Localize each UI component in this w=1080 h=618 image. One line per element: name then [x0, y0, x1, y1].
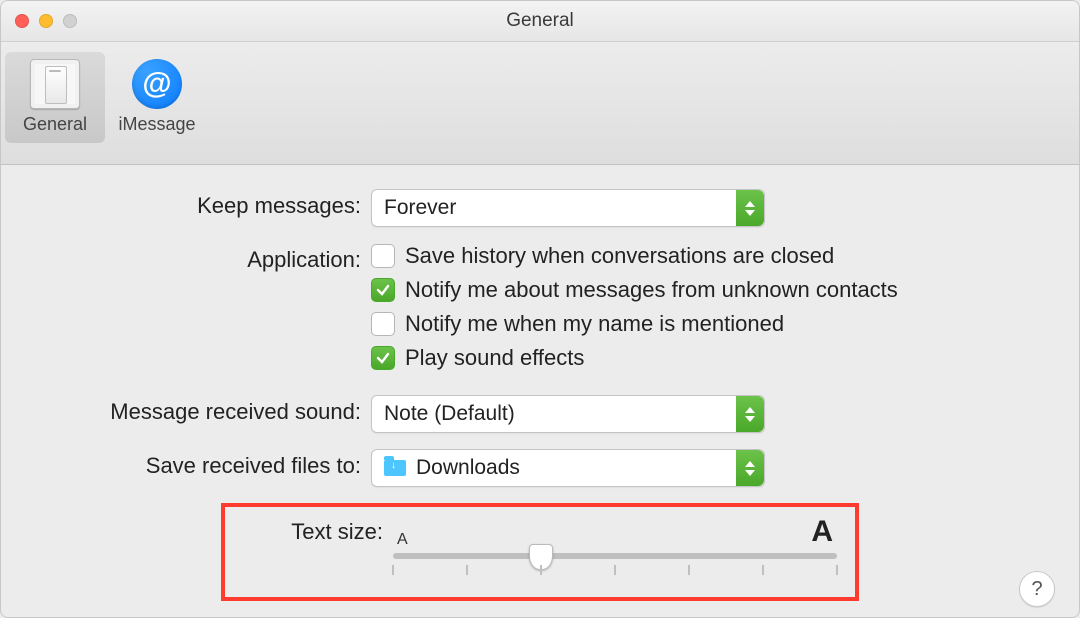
preferences-window: General General @ iMessage Keep messages… [0, 0, 1080, 618]
checkbox-icon [371, 312, 395, 336]
at-sign-icon: @ [131, 58, 183, 110]
checkbox-play-sound[interactable]: Play sound effects [371, 345, 1039, 371]
checkbox-notify-unknown[interactable]: Notify me about messages from unknown co… [371, 277, 1039, 303]
keep-messages-label: Keep messages: [41, 189, 371, 219]
text-size-label: Text size: [243, 515, 393, 545]
application-options: Save history when conversations are clos… [371, 243, 1039, 379]
help-button[interactable]: ? [1019, 571, 1055, 607]
received-sound-label: Message received sound: [41, 395, 371, 425]
chevron-updown-icon [736, 450, 764, 486]
received-sound-value: Note (Default) [372, 402, 515, 426]
slider-ticks [393, 565, 837, 579]
folder-icon [384, 460, 406, 476]
text-size-large-marker: A [811, 515, 833, 549]
checkbox-label: Save history when conversations are clos… [405, 243, 834, 269]
text-size-small-marker: A [397, 531, 408, 549]
save-files-value: Downloads [416, 456, 520, 480]
text-size-highlight: Text size: A A [221, 503, 859, 601]
checkbox-label: Notify me about messages from unknown co… [405, 277, 898, 303]
window-title: General [1, 10, 1079, 32]
titlebar: General [1, 1, 1079, 42]
checkbox-label: Play sound effects [405, 345, 584, 371]
chevron-updown-icon [736, 396, 764, 432]
preferences-body: Keep messages: Forever Application: Save… [1, 165, 1079, 618]
checkbox-icon [371, 278, 395, 302]
checkbox-icon [371, 244, 395, 268]
save-files-label: Save received files to: [41, 449, 371, 479]
tab-general-label: General [23, 114, 87, 135]
keep-messages-select[interactable]: Forever [371, 189, 765, 227]
received-sound-select[interactable]: Note (Default) [371, 395, 765, 433]
checkbox-save-history[interactable]: Save history when conversations are clos… [371, 243, 1039, 269]
tab-imessage-label: iMessage [118, 114, 195, 135]
tab-general[interactable]: General [5, 52, 105, 143]
keep-messages-value: Forever [372, 196, 456, 220]
text-size-slider[interactable]: A A [393, 515, 837, 579]
checkbox-label: Notify me when my name is mentioned [405, 311, 784, 337]
chevron-updown-icon [736, 190, 764, 226]
question-mark-icon: ? [1031, 578, 1042, 601]
checkbox-notify-mention[interactable]: Notify me when my name is mentioned [371, 311, 1039, 337]
slider-track [393, 553, 837, 559]
switch-icon [29, 58, 81, 110]
preferences-toolbar: General @ iMessage [1, 42, 1079, 165]
tab-imessage[interactable]: @ iMessage [107, 52, 207, 143]
checkbox-icon [371, 346, 395, 370]
save-files-select[interactable]: Downloads [371, 449, 765, 487]
application-label: Application: [41, 243, 371, 273]
